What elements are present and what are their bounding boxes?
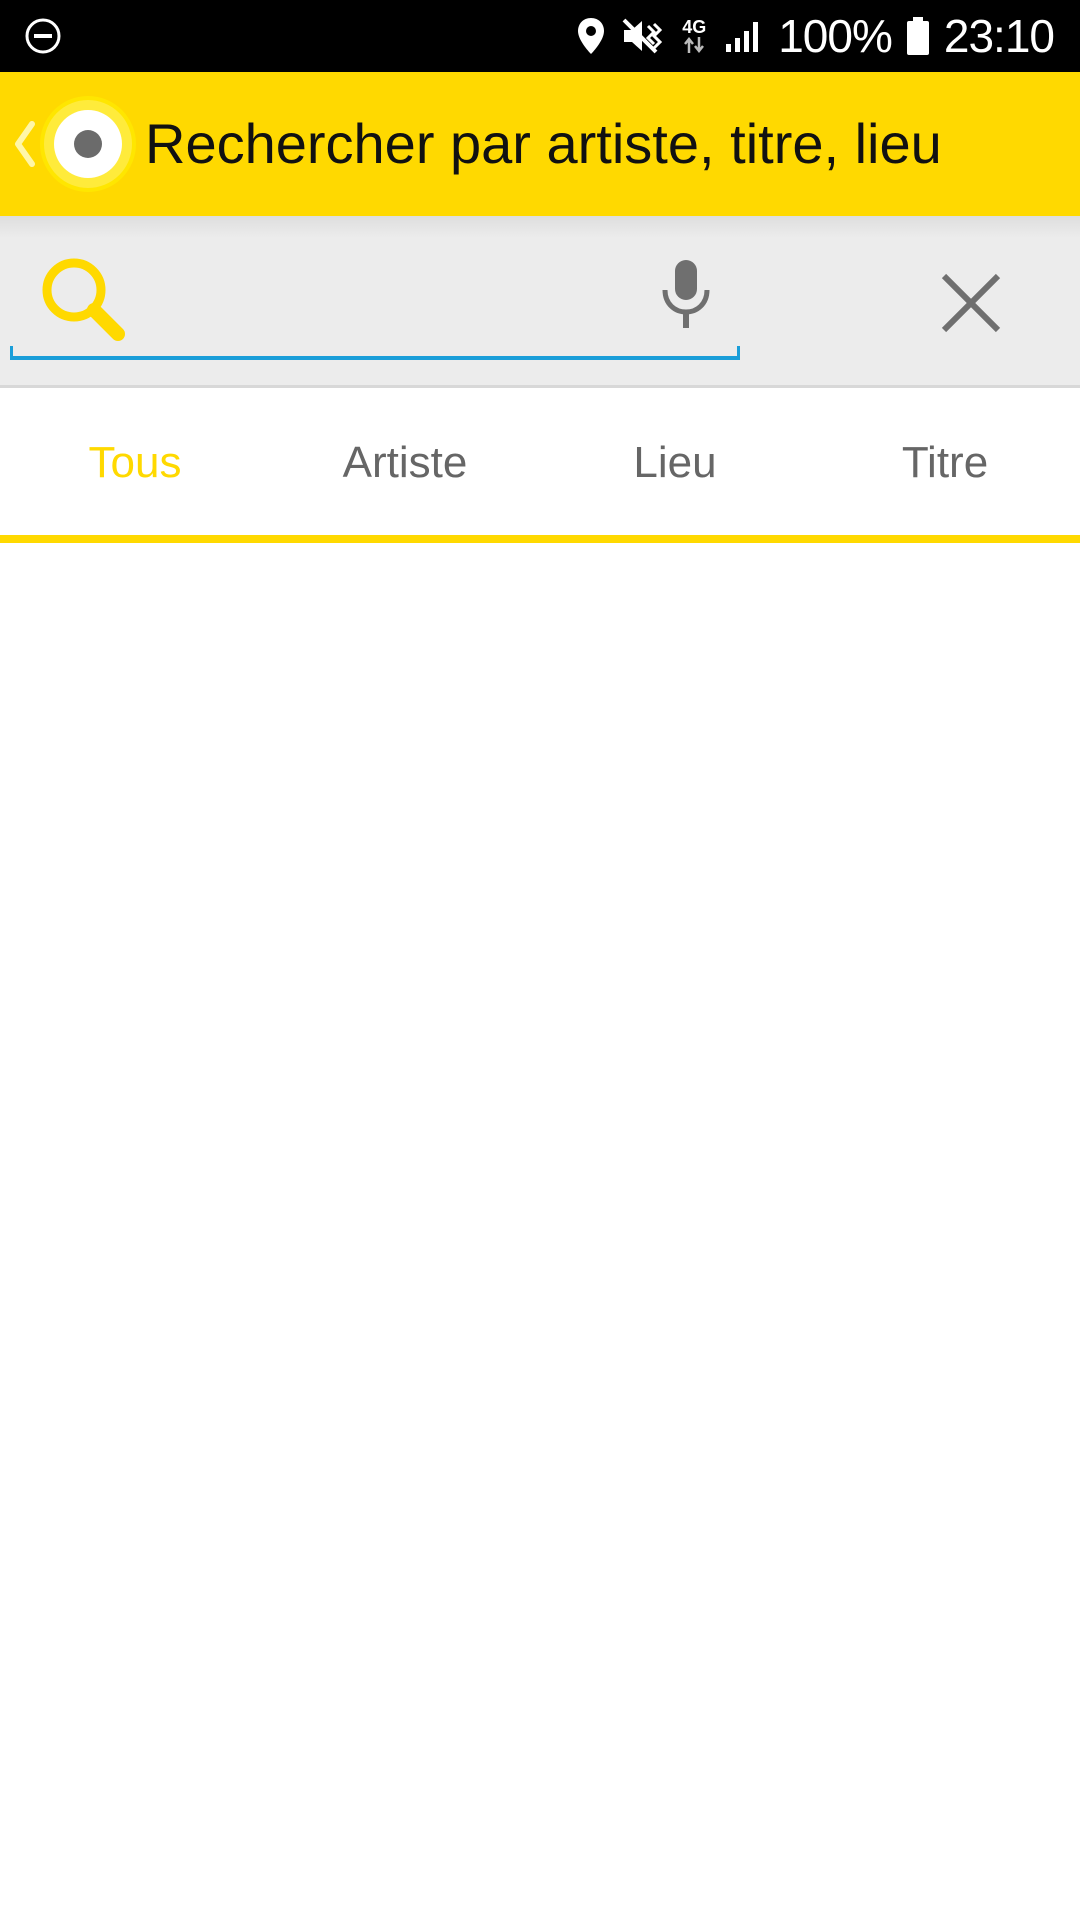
tab-bar: Tous Artiste Lieu Titre (0, 391, 1080, 535)
tab-tous[interactable]: Tous (0, 391, 270, 535)
tab-lieu[interactable]: Lieu (540, 391, 810, 535)
app-logo-icon[interactable] (38, 94, 138, 194)
page-title: Rechercher par artiste, titre, lieu (145, 112, 942, 175)
status-icons: 4G 100% 23:10 (576, 0, 1055, 72)
mute-icon (622, 18, 663, 54)
app-bar: Rechercher par artiste, titre, lieu (0, 72, 1080, 216)
signal-icon (726, 22, 759, 52)
battery-percent: 100% (778, 10, 893, 62)
search-input-underline (10, 346, 740, 360)
mic-icon[interactable] (656, 258, 716, 330)
status-bar: 4G 100% 23:10 (0, 0, 1080, 72)
back-chevron-icon[interactable] (10, 116, 38, 172)
tab-artiste[interactable]: Artiste (270, 391, 540, 535)
search-icon (42, 258, 125, 341)
clock: 23:10 (943, 10, 1055, 62)
close-icon[interactable] (940, 272, 1002, 334)
tab-indicator (0, 535, 1080, 543)
search-bar (0, 216, 1080, 388)
search-input[interactable] (140, 256, 640, 336)
tab-titre[interactable]: Titre (810, 391, 1080, 535)
data-arrows-icon (684, 36, 705, 54)
battery-icon (906, 17, 929, 55)
network-4g-icon: 4G (678, 0, 710, 72)
results-list (0, 543, 1080, 1920)
do-not-disturb-icon (25, 18, 61, 54)
location-icon (578, 18, 605, 54)
